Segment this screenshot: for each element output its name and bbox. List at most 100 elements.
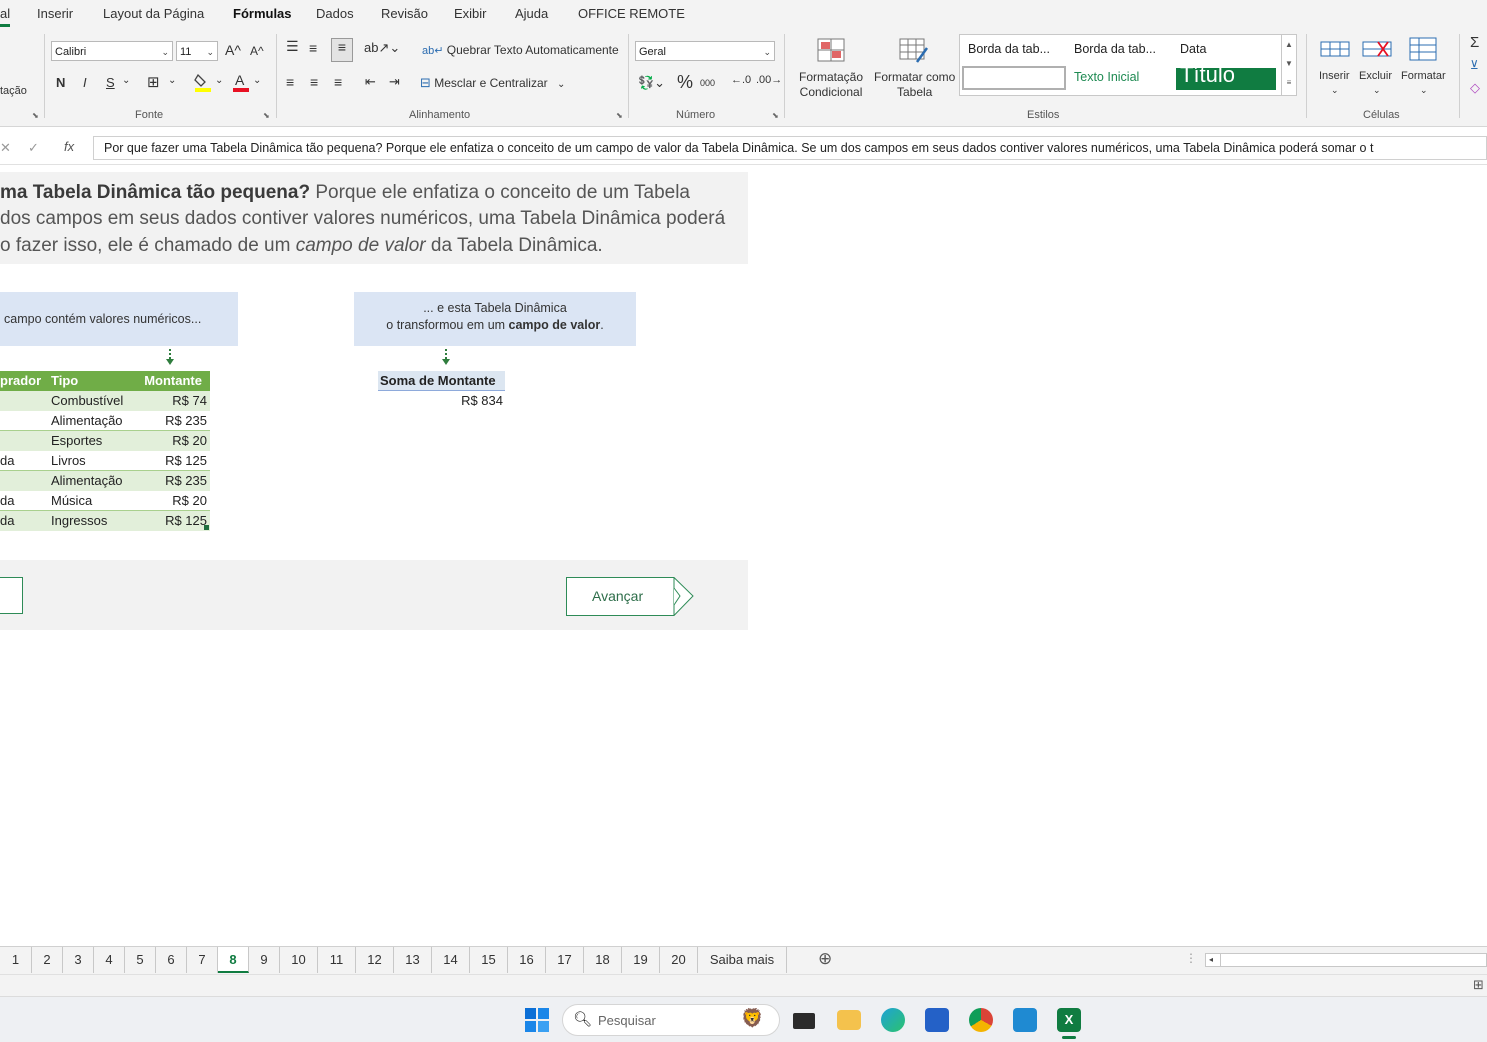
- table-cell-amount[interactable]: R$ 235: [165, 471, 207, 491]
- sheet-tab[interactable]: 19: [622, 947, 660, 973]
- sheet-tab[interactable]: 3: [63, 947, 94, 973]
- windows-start-icon[interactable]: [525, 1008, 549, 1032]
- borders-icon[interactable]: ⊞: [147, 73, 160, 91]
- decrease-decimal-icon[interactable]: .00→: [756, 74, 782, 86]
- cell-style-title[interactable]: Título: [1176, 68, 1276, 90]
- table-cell-type[interactable]: Esportes: [51, 431, 102, 451]
- table-cell-amount[interactable]: R$ 20: [172, 491, 207, 511]
- table-cell-buyer[interactable]: da: [0, 451, 14, 471]
- sheet-tab[interactable]: 13: [394, 947, 432, 973]
- align-left-icon[interactable]: ≡: [286, 74, 294, 90]
- menu-tab-office-remote[interactable]: OFFICE REMOTE: [578, 6, 685, 21]
- sheet-tab[interactable]: 16: [508, 947, 546, 973]
- back-button[interactable]: [0, 577, 23, 614]
- menu-tab-page-layout[interactable]: Layout da Página: [103, 6, 204, 21]
- decrease-indent-icon[interactable]: ⇤: [365, 74, 376, 90]
- format-as-table-icon[interactable]: [899, 38, 929, 67]
- table-cell-type[interactable]: Música: [51, 491, 92, 511]
- sheet-tab[interactable]: 2: [32, 947, 63, 973]
- increase-decimal-icon[interactable]: ←.0: [731, 74, 751, 86]
- table-cell-amount[interactable]: R$ 125: [165, 511, 207, 531]
- chevron-down-icon[interactable]: ⌄: [122, 75, 130, 86]
- fill-color-icon[interactable]: [194, 72, 212, 95]
- shrink-font-button[interactable]: A^: [250, 44, 264, 58]
- delete-cells-icon[interactable]: [1362, 38, 1392, 63]
- next-button[interactable]: Avançar: [566, 577, 694, 616]
- sheet-tab[interactable]: 12: [356, 947, 394, 973]
- taskbar-search-box[interactable]: 🔍︎ Pesquisar 🦁: [562, 1004, 780, 1036]
- chrome-icon[interactable]: [969, 1008, 993, 1032]
- sheet-tab[interactable]: 7: [187, 947, 218, 973]
- font-size-combo[interactable]: 11 ⌄: [176, 41, 218, 61]
- format-cells-icon[interactable]: [1408, 36, 1438, 65]
- align-right-icon[interactable]: ≡: [334, 74, 342, 90]
- wrap-text-button[interactable]: ab↵ Quebrar Texto Automaticamente: [422, 43, 619, 57]
- table-cell-amount[interactable]: R$ 125: [165, 451, 207, 471]
- insert-function-button[interactable]: fx: [64, 139, 74, 154]
- table-cell-buyer[interactable]: da: [0, 491, 14, 511]
- insert-cells-icon[interactable]: [1320, 38, 1350, 63]
- table-cell-buyer[interactable]: da: [0, 511, 14, 531]
- italic-button[interactable]: I: [83, 75, 87, 90]
- column-header-amount[interactable]: Montante: [144, 371, 202, 391]
- chevron-down-icon[interactable]: ⌄: [1331, 85, 1339, 96]
- table-cell-type[interactable]: Combustível: [51, 391, 123, 411]
- sheet-tab[interactable]: 5: [125, 947, 156, 973]
- number-format-combo[interactable]: Geral ⌄: [635, 41, 775, 61]
- cell-style-date[interactable]: Data: [1180, 42, 1206, 56]
- horizontal-scrollbar[interactable]: ◂: [1205, 953, 1487, 967]
- store-icon[interactable]: [925, 1008, 949, 1032]
- menu-tab-view[interactable]: Exibir: [454, 6, 487, 21]
- font-launcher-icon[interactable]: ⬊: [263, 111, 270, 120]
- scroll-left-icon[interactable]: ◂: [1209, 954, 1213, 966]
- formula-input[interactable]: Por que fazer uma Tabela Dinâmica tão pe…: [93, 136, 1487, 160]
- cancel-icon[interactable]: ✕: [0, 140, 11, 156]
- clipboard-launcher-icon[interactable]: ⬊: [32, 111, 39, 120]
- normal-view-icon[interactable]: ⊞: [1473, 977, 1484, 993]
- cell-style-border-1[interactable]: Borda da tab...: [968, 42, 1050, 56]
- align-top-icon[interactable]: ☰: [286, 38, 299, 55]
- cell-style-border-2[interactable]: Borda da tab...: [1074, 42, 1156, 56]
- table-cell-type[interactable]: Alimentação: [51, 411, 123, 431]
- sheet-tab[interactable]: 6: [156, 947, 187, 973]
- increase-indent-icon[interactable]: ⇥: [389, 74, 400, 90]
- alignment-launcher-icon[interactable]: ⬊: [616, 111, 623, 120]
- delete-cells-button[interactable]: Excluir: [1359, 70, 1392, 82]
- align-bottom-icon[interactable]: ≡: [331, 38, 353, 62]
- add-sheet-button[interactable]: ⊕: [818, 949, 832, 969]
- menu-tab-file[interactable]: al: [0, 6, 10, 21]
- enter-icon[interactable]: ✓: [28, 140, 39, 156]
- table-cell-amount[interactable]: R$ 74: [172, 391, 207, 411]
- chevron-down-icon[interactable]: ⌄: [1420, 85, 1428, 96]
- edge-icon[interactable]: [881, 1008, 905, 1032]
- sheet-tab-learn-more[interactable]: Saiba mais: [698, 947, 787, 973]
- currency-format-icon[interactable]: 💱⌄: [638, 75, 665, 91]
- sheet-tab[interactable]: 4: [94, 947, 125, 973]
- menu-tab-insert[interactable]: Inserir: [37, 6, 73, 21]
- thousands-button[interactable]: 000: [700, 78, 715, 88]
- table-cell-amount[interactable]: R$ 20: [172, 431, 207, 451]
- chevron-down-icon[interactable]: ⌄: [168, 75, 176, 86]
- percent-button[interactable]: %: [677, 72, 693, 93]
- tab-split-handle[interactable]: ⋮: [1185, 951, 1197, 965]
- chevron-down-icon[interactable]: ⌄: [1373, 85, 1381, 96]
- sheet-tab[interactable]: 15: [470, 947, 508, 973]
- table-resize-handle[interactable]: [204, 525, 209, 530]
- task-view-icon[interactable]: [793, 1013, 815, 1029]
- sheet-tab[interactable]: 11: [318, 947, 356, 973]
- font-color-icon[interactable]: A: [232, 72, 250, 95]
- sheet-tab[interactable]: 17: [546, 947, 584, 973]
- clear-icon[interactable]: ◇: [1470, 80, 1480, 96]
- chevron-down-icon[interactable]: ⌄: [253, 75, 261, 86]
- orientation-icon[interactable]: ab↗⌄: [364, 40, 400, 56]
- bold-button[interactable]: N: [56, 75, 65, 90]
- chevron-down-icon[interactable]: ⌄: [215, 75, 223, 86]
- grow-font-button[interactable]: A^: [225, 42, 241, 58]
- sheet-tab[interactable]: 20: [660, 947, 698, 973]
- align-middle-icon[interactable]: ≡: [309, 40, 317, 56]
- menu-tab-review[interactable]: Revisão: [381, 6, 428, 21]
- sheet-tab[interactable]: 18: [584, 947, 622, 973]
- table-cell-amount[interactable]: R$ 235: [165, 411, 207, 431]
- menu-tab-data[interactable]: Dados: [316, 6, 354, 21]
- cell-style-initial-text[interactable]: Texto Inicial: [1074, 70, 1139, 84]
